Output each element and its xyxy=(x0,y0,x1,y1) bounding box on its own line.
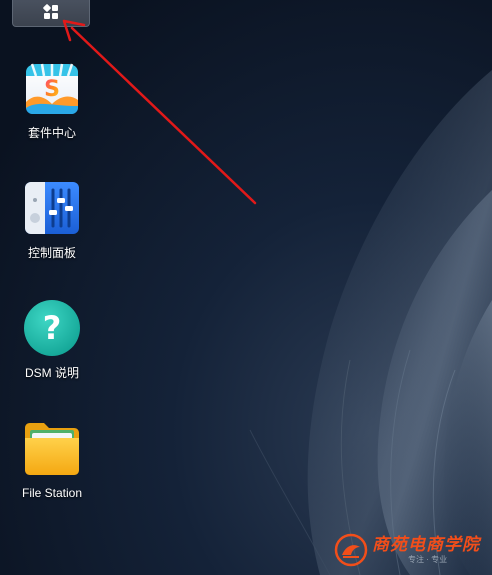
shortcut-control-panel[interactable]: 控制面板 xyxy=(2,178,102,260)
package-center-icon: S xyxy=(26,63,78,114)
shortcut-label: 控制面板 xyxy=(27,246,76,260)
svg-text:S: S xyxy=(44,77,60,102)
shortcut-label: File Station xyxy=(21,486,83,500)
shortcut-label: 套件中心 xyxy=(27,126,76,140)
control-panel-icon xyxy=(25,182,79,234)
dsm-help-icon: ? xyxy=(24,300,80,356)
main-menu-button[interactable] xyxy=(12,0,90,27)
watermark: 商苑电商学院 专注 · 专业 xyxy=(334,528,490,572)
main-menu-grid-icon xyxy=(43,4,58,19)
shortcut-dsm-help[interactable]: ? DSM 说明 xyxy=(2,298,102,380)
shortcut-label: DSM 说明 xyxy=(24,366,79,380)
desktop: S 套件中心 控制面板 ? DSM 说明 File Station 商苑电商学院… xyxy=(0,0,492,575)
watermark-tagline: 专注 · 专业 xyxy=(408,555,448,564)
svg-text:?: ? xyxy=(43,309,62,347)
file-station-icon xyxy=(25,423,79,475)
shortcut-file-station[interactable]: File Station xyxy=(2,418,102,500)
watermark-logo-icon xyxy=(334,533,368,567)
shortcut-package-center[interactable]: S 套件中心 xyxy=(2,58,102,140)
watermark-brand: 商苑电商学院 xyxy=(372,535,480,555)
